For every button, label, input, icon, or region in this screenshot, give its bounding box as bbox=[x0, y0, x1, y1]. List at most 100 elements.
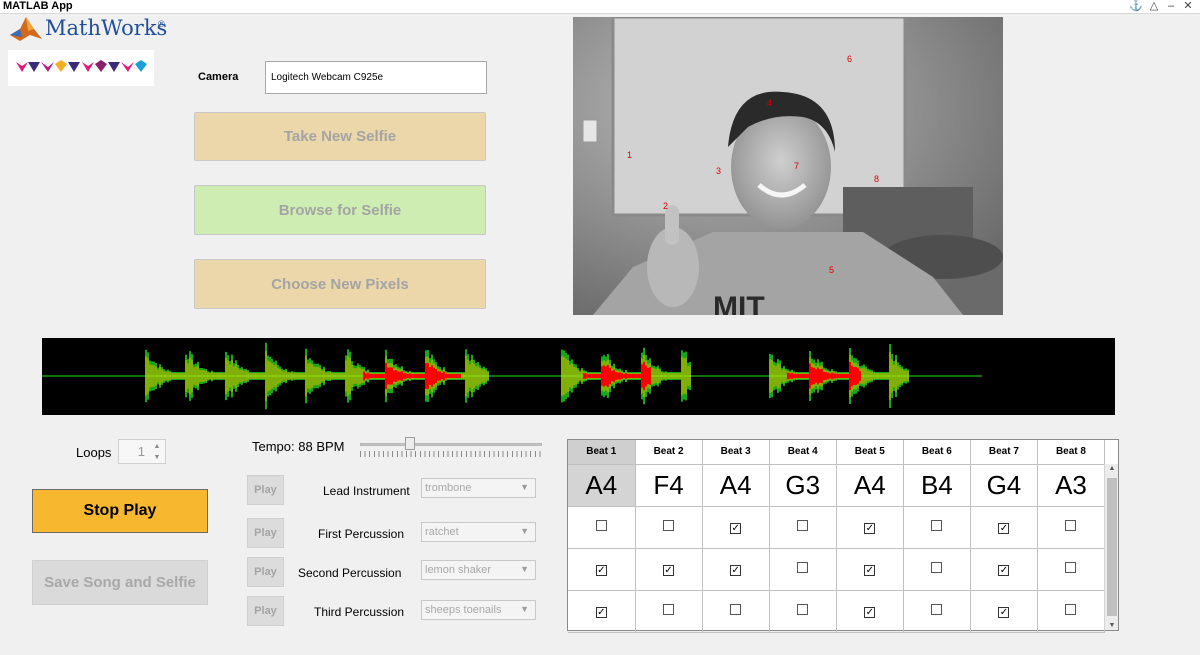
percussion-cell: ✓ bbox=[702, 506, 770, 549]
lead-instrument-dropdown[interactable]: trombone ▼ bbox=[421, 478, 536, 498]
membrane-logo-icon bbox=[10, 17, 42, 41]
pixel-marker-4: 4 bbox=[767, 98, 773, 108]
checkbox-unchecked[interactable] bbox=[1065, 520, 1077, 531]
selfie-image: MIT 1 2 3 4 5 6 7 8 bbox=[573, 17, 1003, 315]
note-cell-2[interactable]: F4 bbox=[635, 464, 703, 507]
checkbox-unchecked[interactable] bbox=[797, 562, 809, 573]
checkbox-unchecked[interactable] bbox=[931, 520, 943, 531]
take-new-selfie-button[interactable]: Take New Selfie bbox=[194, 112, 486, 161]
checkbox-checked[interactable]: ✓ bbox=[864, 607, 876, 618]
first-percussion-label: First Percussion bbox=[318, 527, 405, 541]
note-cell-3[interactable]: A4 bbox=[702, 464, 770, 507]
percussion-cell: ✓ bbox=[568, 548, 636, 591]
checkbox-checked[interactable]: ✓ bbox=[864, 523, 876, 534]
percussion-cell bbox=[568, 506, 636, 549]
save-song-and-selfie-button[interactable]: Save Song and Selfie bbox=[32, 560, 208, 605]
checkbox-checked[interactable]: ✓ bbox=[998, 565, 1010, 576]
camera-field[interactable]: Logitech Webcam C925e bbox=[265, 61, 487, 94]
checkbox-unchecked[interactable] bbox=[797, 520, 809, 531]
first-percussion-dropdown[interactable]: ratchet ▼ bbox=[421, 522, 536, 542]
note-cell-1[interactable]: A4 bbox=[568, 464, 636, 507]
checkbox-unchecked[interactable] bbox=[1065, 562, 1077, 573]
checkbox-unchecked[interactable] bbox=[663, 520, 675, 531]
registered-mark: ® bbox=[158, 19, 165, 29]
note-cell-4[interactable]: G3 bbox=[769, 464, 837, 507]
stop-play-button[interactable]: Stop Play bbox=[32, 489, 208, 533]
beat-grid-scrollbar[interactable]: ▲ ▼ bbox=[1104, 464, 1118, 630]
scroll-down-icon[interactable]: ▼ bbox=[1105, 622, 1119, 629]
spinner-down-icon[interactable]: ▼ bbox=[151, 452, 163, 463]
percussion-cell: ✓ bbox=[635, 548, 703, 591]
checkbox-checked[interactable]: ✓ bbox=[730, 565, 742, 576]
checkbox-checked[interactable]: ✓ bbox=[663, 565, 675, 576]
pixel-marker-1: 1 bbox=[627, 150, 633, 160]
checkbox-unchecked[interactable] bbox=[730, 604, 742, 615]
mathworks-wordmark: MathWorks bbox=[45, 16, 168, 40]
pixel-marker-2: 2 bbox=[663, 201, 669, 211]
checkbox-unchecked[interactable] bbox=[931, 604, 943, 615]
scrollbar-thumb[interactable] bbox=[1107, 478, 1117, 616]
close-icon[interactable]: ✕ bbox=[1180, 0, 1196, 12]
colorful-diamonds-icon bbox=[16, 60, 147, 72]
beat-header-4[interactable]: Beat 4 bbox=[769, 440, 837, 465]
pixel-marker-3: 3 bbox=[716, 166, 722, 176]
note-cell-7[interactable]: G4 bbox=[970, 464, 1038, 507]
percussion-cell bbox=[1037, 548, 1106, 591]
percussion-row-2: ✓ ✓ ✓ ✓ ✓ bbox=[568, 548, 1106, 591]
percussion-cell bbox=[769, 590, 837, 633]
lead-instrument-value: trombone bbox=[425, 482, 472, 494]
checkbox-unchecked[interactable] bbox=[663, 604, 675, 615]
percussion-cell bbox=[903, 506, 971, 549]
tempo-slider-track[interactable] bbox=[360, 443, 542, 446]
beat-header-1[interactable]: Beat 1 bbox=[568, 440, 636, 465]
percussion-cell bbox=[635, 506, 703, 549]
tempo-slider-thumb[interactable] bbox=[404, 437, 415, 450]
choose-new-pixels-button[interactable]: Choose New Pixels bbox=[194, 259, 486, 309]
checkbox-unchecked[interactable] bbox=[1065, 604, 1077, 615]
checkbox-unchecked[interactable] bbox=[931, 562, 943, 573]
beat-header-8[interactable]: Beat 8 bbox=[1037, 440, 1106, 465]
percussion-cell bbox=[702, 590, 770, 633]
beat-header-row: Beat 1 Beat 2 Beat 3 Beat 4 Beat 5 Beat 6 Beat… bbox=[568, 440, 1106, 465]
beat-header-7[interactable]: Beat 7 bbox=[970, 440, 1038, 465]
note-row: A4 F4 A4 G3 A4 B4 G4 A3 bbox=[568, 464, 1106, 507]
scroll-up-icon[interactable]: ▲ bbox=[1105, 465, 1119, 472]
checkbox-checked[interactable]: ✓ bbox=[595, 607, 607, 618]
third-percussion-dropdown[interactable]: sheeps toenails ▼ bbox=[421, 600, 536, 620]
pin-icon[interactable]: ⚓ bbox=[1128, 0, 1144, 12]
play-second-percussion-button[interactable]: Play bbox=[247, 557, 284, 587]
percussion-row-3: ✓ ✓ ✓ bbox=[568, 590, 1106, 633]
checkbox-checked[interactable]: ✓ bbox=[595, 565, 607, 576]
play-first-percussion-button[interactable]: Play bbox=[247, 518, 284, 548]
note-cell-8[interactable]: A3 bbox=[1037, 464, 1106, 507]
checkbox-unchecked[interactable] bbox=[595, 520, 607, 531]
percussion-cell: ✓ bbox=[568, 590, 636, 633]
lead-instrument-label: Lead Instrument bbox=[323, 484, 410, 498]
note-cell-6[interactable]: B4 bbox=[903, 464, 971, 507]
second-percussion-dropdown[interactable]: lemon shaker ▼ bbox=[421, 560, 536, 580]
note-cell-5[interactable]: A4 bbox=[836, 464, 904, 507]
checkbox-checked[interactable]: ✓ bbox=[998, 607, 1010, 618]
checkbox-checked[interactable]: ✓ bbox=[864, 565, 876, 576]
loops-label: Loops bbox=[76, 445, 112, 460]
collapse-icon[interactable]: △ bbox=[1146, 0, 1162, 12]
loops-spinner[interactable]: 1 ▲ ▼ bbox=[118, 439, 166, 464]
beat-header-2[interactable]: Beat 2 bbox=[635, 440, 703, 465]
spinner-up-icon[interactable]: ▲ bbox=[151, 441, 163, 452]
beat-header-3[interactable]: Beat 3 bbox=[702, 440, 770, 465]
window-title: MATLAB App bbox=[3, 0, 73, 12]
checkbox-checked[interactable]: ✓ bbox=[998, 523, 1010, 534]
play-lead-button[interactable]: Play bbox=[247, 475, 284, 505]
percussion-cell bbox=[903, 590, 971, 633]
checkbox-unchecked[interactable] bbox=[797, 604, 809, 615]
play-third-percussion-button[interactable]: Play bbox=[247, 596, 284, 626]
beat-header-6[interactable]: Beat 6 bbox=[903, 440, 971, 465]
beat-header-5[interactable]: Beat 5 bbox=[836, 440, 904, 465]
percussion-cell bbox=[635, 590, 703, 633]
pixel-marker-6: 6 bbox=[847, 54, 853, 64]
minimize-icon[interactable]: – bbox=[1163, 0, 1179, 12]
browse-for-selfie-button[interactable]: Browse for Selfie bbox=[194, 185, 486, 235]
dropdown-caret-icon: ▼ bbox=[520, 526, 529, 536]
checkbox-checked[interactable]: ✓ bbox=[730, 523, 742, 534]
first-percussion-value: ratchet bbox=[425, 526, 459, 538]
